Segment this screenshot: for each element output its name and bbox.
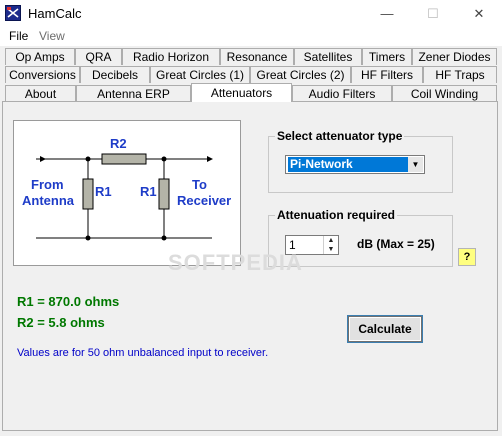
spin-up-icon[interactable]: ▲: [324, 236, 338, 245]
receiver-label: Receiver: [177, 193, 232, 208]
r1-right-resistor: [158, 178, 170, 210]
tab-great-circles-1[interactable]: Great Circles (1): [150, 66, 250, 83]
tab-hf-traps[interactable]: HF Traps: [423, 66, 497, 83]
attenuation-label: Attenuation required: [275, 208, 398, 222]
to-label: To: [192, 177, 207, 192]
attenuator-type-label: Select attenuator type: [275, 129, 405, 143]
window-title: HamCalc: [28, 6, 82, 21]
calculate-button[interactable]: Calculate: [347, 315, 423, 343]
chevron-down-icon[interactable]: ▼: [408, 157, 423, 172]
tab-conversions[interactable]: Conversions: [5, 66, 80, 83]
tab-attenuators[interactable]: Attenuators: [191, 83, 292, 102]
spin-buttons[interactable]: ▲ ▼: [323, 236, 338, 254]
close-button[interactable]: ✕: [456, 0, 502, 27]
attenuator-type-dropdown[interactable]: Pi-Network ▼: [285, 155, 425, 174]
r2-label: R2: [110, 136, 127, 151]
tab-op-amps[interactable]: Op Amps: [5, 48, 75, 65]
tab-qra[interactable]: QRA: [75, 48, 122, 65]
circuit-diagram: R2 R1 R1 From Antenna To Receiver: [13, 120, 241, 266]
attenuator-type-value: Pi-Network: [288, 157, 408, 172]
spin-down-icon[interactable]: ▼: [324, 245, 338, 254]
tab-timers[interactable]: Timers: [362, 48, 412, 65]
from-label: From: [31, 177, 64, 192]
menu-file[interactable]: File: [9, 29, 28, 43]
watermark: SOFTPEDIA: [168, 250, 303, 275]
tab-about[interactable]: About: [5, 85, 76, 102]
help-button[interactable]: ?: [458, 248, 476, 266]
menu-view[interactable]: View: [39, 29, 65, 43]
r1-result: R1 = 870.0 ohms: [17, 294, 120, 309]
tab-decibels[interactable]: Decibels: [80, 66, 150, 83]
info-note: Values are for 50 ohm unbalanced input t…: [17, 347, 269, 359]
tab-coil-winding[interactable]: Coil Winding: [392, 85, 497, 102]
antenna-label: Antenna: [22, 193, 74, 208]
tab-zener-diodes[interactable]: Zener Diodes: [412, 48, 497, 65]
attenuation-unit: dB (Max = 25): [357, 237, 435, 251]
minimize-button[interactable]: —: [364, 0, 410, 27]
tab-resonance[interactable]: Resonance: [220, 48, 294, 65]
r1-left-resistor: [82, 178, 94, 210]
maximize-button[interactable]: ☐: [410, 0, 456, 27]
r1-right-label: R1: [140, 184, 157, 199]
r2-resistor: [101, 153, 147, 165]
r2-result: R2 = 5.8 ohms: [17, 315, 105, 330]
tab-satellites[interactable]: Satellites: [294, 48, 362, 65]
menu-bar: File View: [0, 27, 502, 46]
r1-left-label: R1: [95, 184, 112, 199]
tab-hf-filters[interactable]: HF Filters: [351, 66, 423, 83]
app-icon: [5, 5, 21, 21]
title-bar: HamCalc — ☐ ✕: [0, 0, 502, 27]
tab-antenna-erp[interactable]: Antenna ERP: [76, 85, 191, 102]
tab-radio-horizon[interactable]: Radio Horizon: [122, 48, 220, 65]
tab-audio-filters[interactable]: Audio Filters: [292, 85, 392, 102]
tab-great-circles-2[interactable]: Great Circles (2): [250, 66, 351, 83]
